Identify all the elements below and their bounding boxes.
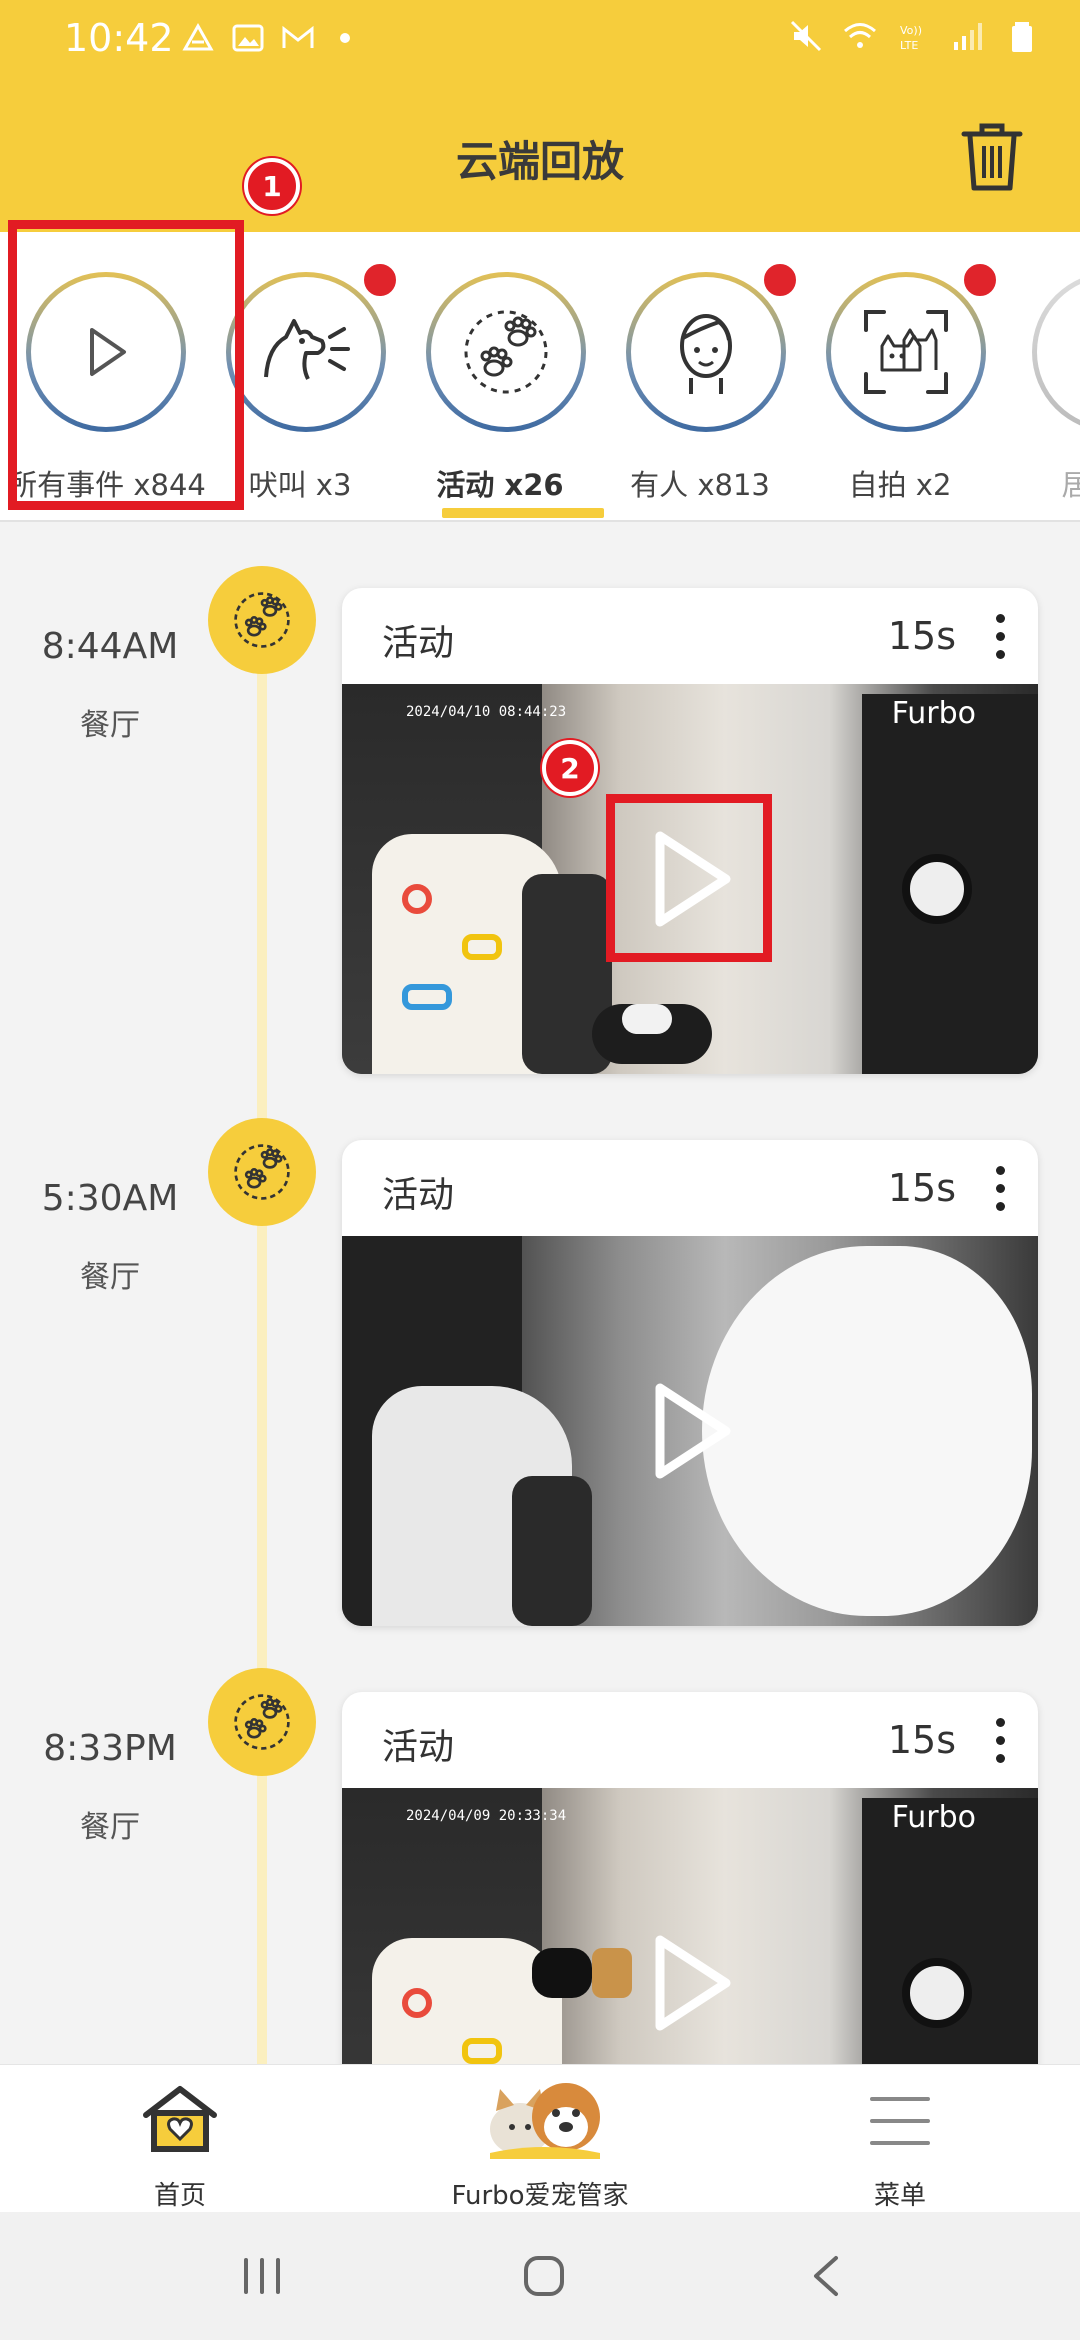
tab-ring [826,272,986,432]
new-badge [760,260,800,300]
tab-label: 居 [1006,462,1080,504]
furbo-watermark: Furbo [891,1800,976,1835]
svg-text:LTE: LTE [900,39,918,52]
active-tab-indicator [442,508,604,518]
play-button-icon[interactable] [642,1928,738,2038]
annotation-marker-1: 1 [244,158,300,214]
volte-icon: Vo)) LTE [900,24,922,52]
more-options-icon[interactable] [992,1166,1008,1214]
nav-furbo-pet-manager[interactable]: Furbo爱宠管家 [420,2065,660,2213]
event-card-header: 活动 15s [342,1692,1038,1788]
tab-person[interactable]: 有人 x813 [600,252,800,512]
event-duration: 15s [887,1166,956,1210]
event-location: 餐厅 [80,1260,140,1295]
video-thumbnail[interactable] [342,1236,1038,1626]
tab-activity[interactable]: 活动 x26 [400,252,600,512]
gallery-icon [232,24,264,52]
status-time: 10:42 [64,16,174,60]
bottom-navigation: 首页 Furbo爱宠管家 菜单 [0,2064,1080,2212]
wifi-icon [844,23,876,48]
system-navigation-bar [0,2212,1080,2340]
battery-icon [1012,22,1032,52]
tab-ring [1032,272,1080,432]
activity-paw-icon [208,1118,316,1226]
event-card-header: 活动 15s [342,588,1038,684]
tab-label: 活动 x26 [436,468,564,502]
person-icon [680,314,732,394]
tab-label: 有人 x813 [630,468,770,502]
tab-ring [426,272,586,432]
furbo-watermark: Furbo [891,696,976,731]
tab-label: 自拍 x2 [848,468,952,502]
event-time: 5:30AM [41,1178,179,1219]
trash-icon[interactable] [960,120,1024,192]
annotation-box-1 [8,220,244,510]
event-type: 活动 [382,623,455,664]
timeline-line [257,590,267,2090]
menu-icon [870,2097,930,2145]
page-title: 云端回放 [455,137,624,186]
new-badge [360,260,400,300]
home-icon [143,2086,217,2152]
event-time: 8:33PM [43,1728,177,1769]
event-type: 活动 [382,1175,455,1216]
pet-mascot-icon [490,2083,600,2159]
back-icon[interactable] [808,2254,844,2298]
event-location: 餐厅 [80,708,140,743]
activity-paw-icon [208,1668,316,1776]
top-bar: 10:42 Vo)) LTE 云端回放 [0,0,1080,232]
recent-apps-icon[interactable] [240,2256,284,2296]
event-location: 餐厅 [80,1810,140,1845]
nav-label: Furbo爱宠管家 [451,2181,629,2211]
home-circle-icon[interactable] [520,2252,568,2300]
nav-menu[interactable]: 菜单 [780,2065,1020,2213]
tab-ring [226,272,386,432]
status-bar: 10:42 Vo)) LTE [0,0,1080,80]
more-options-icon[interactable] [992,1718,1008,1766]
annotation-box-2 [606,794,772,962]
more-options-icon[interactable] [992,614,1008,662]
drive-icon [182,22,214,51]
paw-activity-icon [464,310,548,394]
new-badge [960,260,1000,300]
event-card[interactable]: 活动 15s [342,1140,1038,1626]
event-type: 活动 [382,1727,455,1768]
event-card-header: 活动 15s [342,1140,1038,1236]
play-button-icon[interactable] [642,1376,738,1486]
mute-icon [790,20,822,52]
tab-selfie[interactable]: 自拍 x2 [800,252,1000,512]
svg-text:Vo)): Vo)) [900,24,922,37]
nav-label: 首页 [153,2181,206,2211]
nav-home[interactable]: 首页 [60,2065,300,2213]
system-icons: Vo)) LTE [788,18,1040,54]
notification-icons [180,20,350,56]
barking-dog-icon [264,319,350,380]
more-notifications-icon [340,33,350,43]
gmail-icon [282,25,314,48]
annotation-marker-2: 2 [542,740,598,796]
event-duration: 15s [887,614,956,658]
nav-label: 菜单 [873,2181,926,2211]
video-timestamp: 2024/04/10 08:44:23 [406,704,567,720]
tab-partial[interactable]: 居 [1006,252,1080,512]
tab-ring [626,272,786,432]
video-timestamp: 2024/04/09 20:33:34 [406,1808,567,1824]
signal-icon [954,23,982,50]
activity-paw-icon [208,566,316,674]
selfie-icon [864,310,948,394]
event-duration: 15s [887,1718,956,1762]
event-time: 8:44AM [41,626,179,667]
